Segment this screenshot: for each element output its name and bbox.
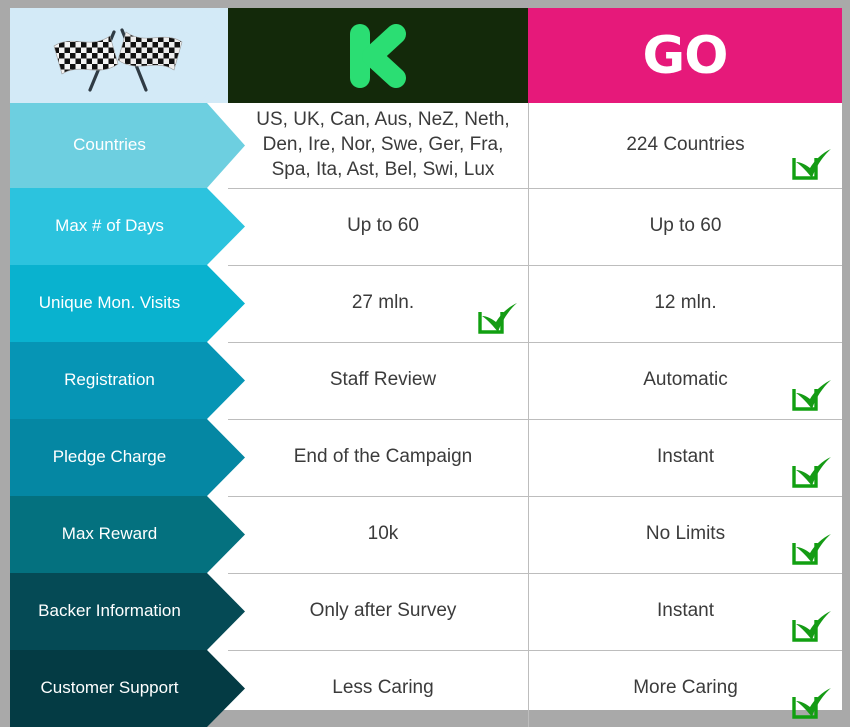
cell-kickstarter-6: Only after Survey — [238, 573, 528, 650]
row-label-7: Customer Support — [10, 650, 245, 727]
table-row: Registration Staff Review Automatic — [10, 342, 842, 419]
table-row: Backer Information Only after Survey Insta… — [10, 573, 842, 650]
table-row: Pledge Charge End of the Campaign Instant — [10, 419, 842, 496]
cell-kickstarter-3: Staff Review — [238, 342, 528, 419]
cell-kickstarter-4: End of the Campaign — [238, 419, 528, 496]
cell-kickstarter-1: Up to 60 — [238, 188, 528, 265]
row-label-3: Registration — [10, 342, 245, 419]
cell-value: Staff Review — [329, 369, 437, 391]
table-row: Max # of Days Up to 60 Up to 60 — [10, 188, 842, 265]
table-row: Unique Mon. Visits 27 mln. 12 mln. — [10, 265, 842, 342]
cell-indiegogo-0: 224 Countries — [529, 103, 842, 188]
row-label-1: Max # of Days — [10, 188, 245, 265]
cell-kickstarter-5: 10k — [238, 496, 528, 573]
cell-value: Up to 60 — [649, 215, 722, 237]
cell-value: 224 Countries — [626, 134, 745, 156]
cell-value: Automatic — [643, 369, 728, 391]
row-label-text: Countries — [73, 135, 146, 155]
header-column-kickstarter — [228, 8, 528, 103]
cell-value: Less Caring — [332, 677, 434, 699]
cell-value: Instant — [656, 446, 715, 468]
row-label-6: Backer Information — [10, 573, 245, 650]
table-header-row: GO — [10, 8, 842, 103]
checkered-racing-flags-icon — [48, 20, 188, 92]
cell-value: 12 mln. — [654, 292, 717, 314]
cell-value: 27 mln. — [351, 292, 415, 314]
row-label-text: Backer Information — [38, 601, 181, 621]
column-divider — [528, 342, 529, 419]
row-label-text: Customer Support — [40, 678, 179, 698]
cell-kickstarter-0: US, UK, Can, Aus, NeZ, Neth, Den, Ire, N… — [238, 103, 528, 188]
column-divider — [528, 103, 529, 188]
comparison-table: GO Countries US, UK, Can, Aus, NeZ, Neth,… — [10, 8, 842, 727]
row-label-text: Pledge Charge — [52, 447, 167, 467]
cell-indiegogo-7: More Caring — [529, 650, 842, 727]
cell-value: 10k — [367, 523, 399, 545]
kickstarter-k-logo — [228, 8, 528, 103]
header-column-indiegogo: GO — [528, 8, 842, 103]
green-checkmark-icon — [786, 681, 832, 721]
green-checkmark-icon — [786, 450, 832, 490]
indiegogo-go-logo: GO — [642, 25, 729, 86]
cell-indiegogo-4: Instant — [529, 419, 842, 496]
row-label-5: Max Reward — [10, 496, 245, 573]
row-label-text: Max # of Days — [55, 216, 164, 236]
cell-indiegogo-6: Instant — [529, 573, 842, 650]
green-checkmark-icon — [786, 527, 832, 567]
row-label-2: Unique Mon. Visits — [10, 265, 245, 342]
row-label-4: Pledge Charge — [10, 419, 245, 496]
green-checkmark-icon — [786, 373, 832, 413]
column-divider — [528, 265, 529, 342]
green-checkmark-icon — [786, 142, 832, 182]
header-feature-column — [10, 8, 238, 103]
cell-value: Instant — [656, 600, 715, 622]
cell-indiegogo-5: No Limits — [529, 496, 842, 573]
cell-kickstarter-2: 27 mln. — [238, 265, 528, 342]
table-row: Countries US, UK, Can, Aus, NeZ, Neth, De… — [10, 103, 842, 188]
column-divider — [528, 419, 529, 496]
cell-value: Only after Survey — [309, 600, 457, 622]
green-checkmark-icon — [786, 604, 832, 644]
row-label-0: Countries — [10, 103, 245, 188]
cell-indiegogo-3: Automatic — [529, 342, 842, 419]
row-label-text: Registration — [64, 370, 155, 390]
cell-value: US, UK, Can, Aus, NeZ, Neth, Den, Ire, N… — [256, 109, 510, 180]
column-divider — [528, 573, 529, 650]
column-divider — [528, 650, 529, 727]
green-checkmark-icon — [472, 296, 518, 336]
cell-value: More Caring — [633, 677, 738, 699]
table-row: Max Reward 10k No Limits — [10, 496, 842, 573]
cell-indiegogo-1: Up to 60 — [529, 188, 842, 265]
column-divider — [528, 188, 529, 265]
cell-value: Up to 60 — [347, 215, 419, 237]
cell-kickstarter-7: Less Caring — [238, 650, 528, 727]
table-row: Customer Support Less Caring More Caring — [10, 650, 842, 727]
row-label-text: Max Reward — [61, 524, 158, 544]
column-divider — [528, 496, 529, 573]
cell-value: No Limits — [645, 523, 726, 545]
cell-value: End of the Campaign — [293, 446, 473, 468]
row-label-text: Unique Mon. Visits — [38, 293, 181, 313]
cell-indiegogo-2: 12 mln. — [529, 265, 842, 342]
